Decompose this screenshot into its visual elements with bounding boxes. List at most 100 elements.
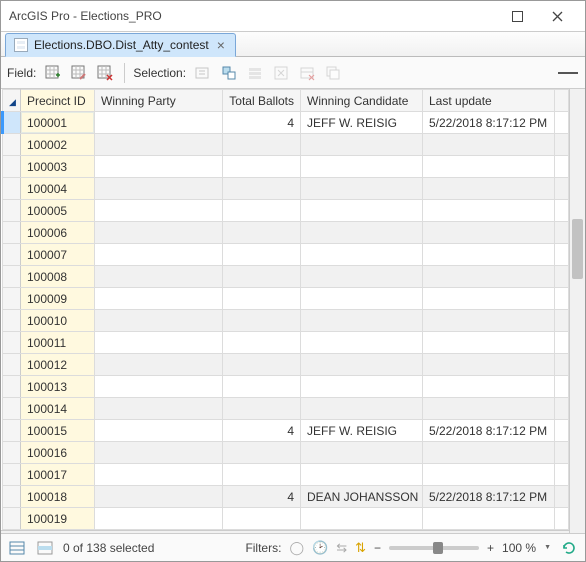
cell-total-ballots[interactable] — [223, 332, 301, 354]
row-handle[interactable] — [3, 486, 21, 508]
cell-winning-party[interactable] — [95, 486, 223, 508]
table-row[interactable]: 100002 — [3, 134, 569, 156]
table-row[interactable]: 100004 — [3, 178, 569, 200]
cell-winning-party[interactable] — [95, 398, 223, 420]
cell-precinct-id[interactable]: 100013 — [21, 376, 95, 398]
cell-winning-party[interactable] — [95, 244, 223, 266]
cell-last-update[interactable] — [423, 332, 555, 354]
cell-total-ballots[interactable] — [223, 178, 301, 200]
table-row[interactable]: 100019 — [3, 508, 569, 530]
zoom-to-selection-button[interactable] — [218, 62, 240, 84]
cell-precinct-id[interactable]: 100017 — [21, 464, 95, 486]
cell-last-update[interactable] — [423, 398, 555, 420]
row-handle[interactable] — [3, 288, 21, 310]
window-restore-button[interactable] — [497, 2, 537, 30]
cell-precinct-id[interactable]: 100011 — [21, 332, 95, 354]
cell-precinct-id[interactable]: 100019 — [21, 508, 95, 530]
table-row[interactable]: 100006 — [3, 222, 569, 244]
cell-total-ballots[interactable] — [223, 200, 301, 222]
cell-last-update[interactable]: 5/22/2018 8:17:12 PM — [423, 420, 555, 442]
cell-precinct-id[interactable]: 100006 — [21, 222, 95, 244]
table-tab[interactable]: Elections.DBO.Dist_Atty_contest × — [5, 33, 236, 57]
table-row[interactable]: 100005 — [3, 200, 569, 222]
cell-last-update[interactable] — [423, 310, 555, 332]
row-handle[interactable] — [3, 156, 21, 178]
cell-winning-party[interactable] — [95, 112, 223, 134]
col-winning-candidate[interactable]: Winning Candidate — [301, 90, 423, 112]
cell-winning-candidate[interactable] — [301, 464, 423, 486]
table-row[interactable]: 1000184DEAN JOHANSSON5/22/2018 8:17:12 P… — [3, 486, 569, 508]
cell-winning-party[interactable] — [95, 200, 223, 222]
cell-last-update[interactable] — [423, 464, 555, 486]
copy-selection-button[interactable] — [322, 62, 344, 84]
cell-winning-party[interactable] — [95, 288, 223, 310]
row-handle[interactable] — [3, 376, 21, 398]
window-close-button[interactable] — [537, 2, 577, 30]
table-row[interactable]: 100008 — [3, 266, 569, 288]
cell-precinct-id[interactable]: 100010 — [21, 310, 95, 332]
filter-range-icon[interactable]: ⇆ — [336, 540, 347, 556]
table-row[interactable]: 100014 — [3, 398, 569, 420]
cell-total-ballots[interactable] — [223, 398, 301, 420]
delete-selection-button[interactable] — [296, 62, 318, 84]
cell-winning-party[interactable] — [95, 222, 223, 244]
row-handle[interactable] — [3, 134, 21, 156]
cell-winning-candidate[interactable] — [301, 376, 423, 398]
table-row[interactable]: 100011 — [3, 332, 569, 354]
row-handle[interactable] — [3, 266, 21, 288]
cell-winning-party[interactable] — [95, 178, 223, 200]
zoom-slider[interactable] — [389, 546, 479, 550]
cell-last-update[interactable] — [423, 288, 555, 310]
switch-selection-button[interactable] — [244, 62, 266, 84]
cell-total-ballots[interactable] — [223, 288, 301, 310]
cell-winning-candidate[interactable]: DEAN JOHANSSON — [301, 486, 423, 508]
cell-last-update[interactable]: 5/22/2018 8:17:12 PM — [423, 112, 555, 134]
cell-precinct-id[interactable]: 100014 — [21, 398, 95, 420]
cell-winning-candidate[interactable] — [301, 310, 423, 332]
row-handle[interactable] — [3, 354, 21, 376]
row-handle[interactable] — [3, 420, 21, 442]
cell-last-update[interactable] — [423, 156, 555, 178]
table-row[interactable]: 100007 — [3, 244, 569, 266]
cell-winning-party[interactable] — [95, 508, 223, 530]
cell-total-ballots[interactable] — [223, 266, 301, 288]
cell-total-ballots[interactable] — [223, 134, 301, 156]
cell-last-update[interactable] — [423, 244, 555, 266]
row-handle[interactable] — [3, 178, 21, 200]
select-by-attributes-button[interactable] — [192, 62, 214, 84]
cell-last-update[interactable] — [423, 354, 555, 376]
cell-winning-party[interactable] — [95, 420, 223, 442]
cell-winning-candidate[interactable] — [301, 508, 423, 530]
cell-winning-party[interactable] — [95, 442, 223, 464]
row-handle[interactable] — [3, 310, 21, 332]
cell-last-update[interactable] — [423, 266, 555, 288]
table-row[interactable]: 1000154JEFF W. REISIG5/22/2018 8:17:12 P… — [3, 420, 569, 442]
clear-selection-button[interactable] — [270, 62, 292, 84]
col-last-update[interactable]: Last update — [423, 90, 555, 112]
cell-winning-candidate[interactable]: JEFF W. REISIG — [301, 420, 423, 442]
zoom-dropdown-icon[interactable]: ▼ — [544, 544, 551, 551]
cell-total-ballots[interactable] — [223, 156, 301, 178]
cell-last-update[interactable] — [423, 222, 555, 244]
cell-total-ballots[interactable] — [223, 376, 301, 398]
cell-winning-candidate[interactable]: JEFF W. REISIG — [301, 112, 423, 134]
col-winning-party[interactable]: Winning Party — [95, 90, 223, 112]
cell-winning-party[interactable] — [95, 156, 223, 178]
cell-winning-candidate[interactable] — [301, 200, 423, 222]
calculate-field-button[interactable] — [68, 62, 90, 84]
cell-precinct-id[interactable]: 100005 — [21, 200, 95, 222]
cell-precinct-id[interactable]: 100001 — [21, 112, 95, 134]
cell-total-ballots[interactable]: 4 — [223, 420, 301, 442]
zoom-out-button[interactable]: − — [374, 541, 381, 555]
tab-close-button[interactable]: × — [215, 37, 227, 53]
cell-winning-candidate[interactable] — [301, 222, 423, 244]
row-handle[interactable] — [3, 442, 21, 464]
cell-total-ballots[interactable] — [223, 244, 301, 266]
table-menu-button[interactable] — [557, 62, 579, 84]
cell-precinct-id[interactable]: 100003 — [21, 156, 95, 178]
delete-field-button[interactable] — [94, 62, 116, 84]
cell-winning-candidate[interactable] — [301, 288, 423, 310]
table-row[interactable]: 100013 — [3, 376, 569, 398]
col-total-ballots[interactable]: Total Ballots — [223, 90, 301, 112]
cell-total-ballots[interactable] — [223, 442, 301, 464]
